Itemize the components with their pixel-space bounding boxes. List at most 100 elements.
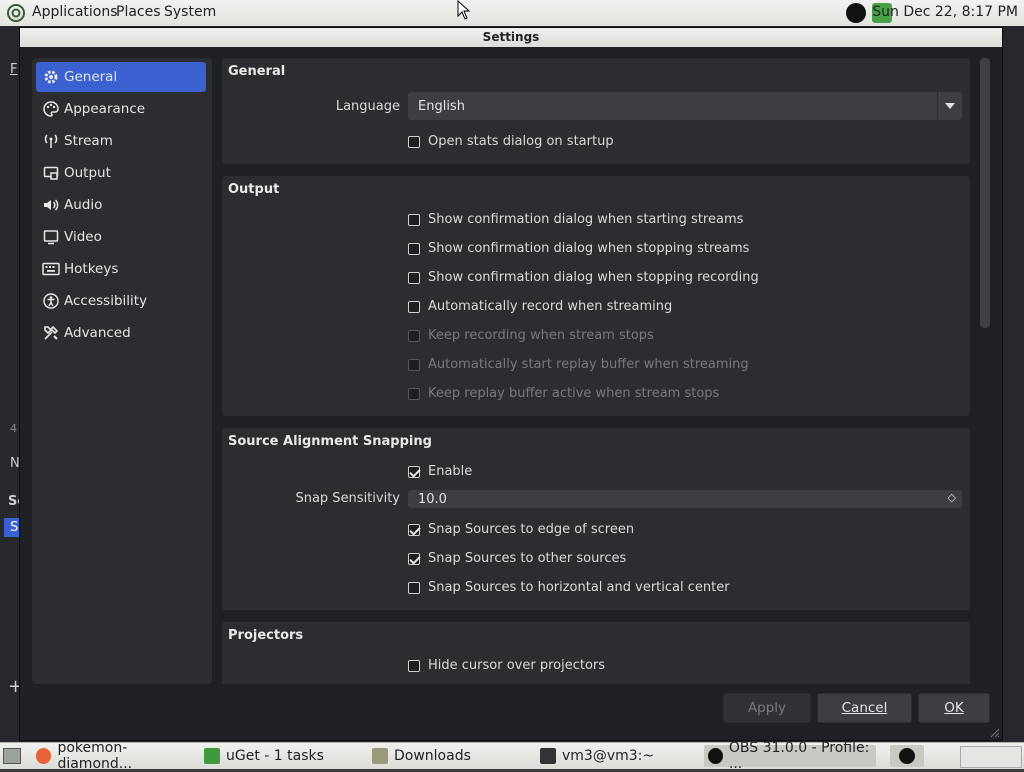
checkbox[interactable] [408,300,420,313]
cancel-button[interactable]: Cancel [817,693,912,723]
scrollbar-thumb[interactable] [980,58,990,328]
snap-sensitivity-label: Snap Sensitivity [295,491,400,506]
checkbox[interactable] [408,271,420,284]
group-title: Output [228,182,280,197]
confirm-stop-recording-checkbox[interactable]: Show confirmation dialog when stopping r… [408,270,759,285]
checkbox[interactable] [408,135,420,148]
checkbox-label: Snap Sources to horizontal and vertical … [428,580,730,595]
sidebar-item-audio[interactable]: Audio [36,190,206,220]
snap-edge-checkbox[interactable]: Snap Sources to edge of screen [408,522,634,537]
ok-button[interactable]: OK [918,693,990,723]
uget-icon [204,748,220,764]
checkbox-label: Automatically record when streaming [428,299,673,314]
auto-record-checkbox[interactable]: Automatically record when streaming [408,299,672,314]
accessibility-icon [38,293,64,309]
workspace-switcher[interactable] [960,746,1022,768]
dialog-titlebar[interactable]: Settings [20,28,1002,47]
snap-center-checkbox[interactable]: Snap Sources to horizontal and vertical … [408,580,730,595]
hide-cursor-checkbox[interactable]: Hide cursor over projectors [408,658,605,673]
task-uget[interactable]: uGet - 1 tasks [200,745,360,767]
checkbox-label: Hide cursor over projectors [428,658,606,673]
task-label: pokemon-diamond... [57,740,133,772]
checkbox[interactable] [408,242,420,255]
group-title: General [228,64,286,79]
obs-icon [899,748,915,764]
top-panel: Applications Places System Sun Dec 22, 8… [0,0,1024,27]
menu-system[interactable]: System [164,4,216,20]
speaker-icon [38,197,64,213]
sidebar-item-appearance[interactable]: Appearance [36,94,206,124]
mouse-cursor-icon [457,0,471,20]
bg-fragment: 4 [10,422,17,435]
clock[interactable]: Sun Dec 22, 8:17 PM [872,4,1018,20]
checkbox[interactable] [408,523,420,536]
open-stats-checkbox[interactable]: Open stats dialog on startup [408,134,614,149]
task-terminal[interactable]: vm3@vm3:~ [536,745,696,767]
firefox-icon [36,748,52,764]
snapping-group: Source Alignment Snapping Enable Snap Se… [222,428,970,610]
task-label: uGet - 1 tasks [226,748,324,764]
bg-fragment: F [10,62,18,77]
snap-sensitivity-value: 10.0 [418,491,447,507]
task-firefox[interactable]: pokemon-diamond... [32,740,197,772]
confirm-stop-stream-checkbox[interactable]: Show confirmation dialog when stopping s… [408,241,749,256]
task-downloads[interactable]: Downloads [368,745,528,767]
sidebar-item-accessibility[interactable]: Accessibility [36,286,206,316]
sidebar-item-stream[interactable]: Stream [36,126,206,156]
checkbox[interactable] [408,659,420,672]
task-label: OBS 31.0.0 - Profile: ... [728,740,870,772]
projectors-group: Projectors Hide cursor over projectors [222,622,970,684]
menu-places[interactable]: Places [116,4,161,20]
task-obs[interactable]: OBS 31.0.0 - Profile: ... [704,740,876,772]
checkbox[interactable] [408,465,420,478]
keyboard-icon [38,262,64,276]
sidebar-item-label: Video [64,229,102,245]
sidebar-item-hotkeys[interactable]: Hotkeys [36,254,206,284]
spin-arrows-icon[interactable]: ◇ [948,491,956,504]
checkbox [408,329,420,342]
keep-recording-checkbox: Keep recording when stream stops [408,328,654,343]
obs-tray-icon[interactable] [846,3,866,23]
snap-sensitivity-spinbox[interactable]: 10.0 ◇ [408,490,962,508]
checkbox[interactable] [408,552,420,565]
settings-dialog: Settings General Appearance Stream Outpu… [20,28,1002,740]
snap-enable-checkbox[interactable]: Enable [408,464,472,479]
tools-icon [38,325,64,341]
group-title: Projectors [228,628,304,643]
task-obs-dialog[interactable] [890,745,924,767]
monitor-icon [38,229,64,245]
checkbox-label: Show confirmation dialog when stopping s… [428,241,750,256]
checkbox-label: Snap Sources to other sources [428,551,627,566]
checkbox[interactable] [408,581,420,594]
apply-button[interactable]: Apply [723,693,811,723]
language-label: Language [335,99,400,114]
show-desktop-icon[interactable] [3,748,21,764]
terminal-icon [540,748,556,764]
content-scrollbar[interactable] [980,58,990,684]
settings-content: General Language English Open stats dial… [220,58,972,684]
sidebar-item-general[interactable]: General [36,62,206,92]
language-select[interactable]: English [408,92,962,120]
checkbox[interactable] [408,213,420,226]
confirm-start-checkbox[interactable]: Show confirmation dialog when starting s… [408,212,743,227]
sidebar-item-advanced[interactable]: Advanced [36,318,206,348]
cancel-label: Cancel [841,700,888,716]
chevron-down-icon[interactable] [937,92,962,120]
sidebar-item-video[interactable]: Video [36,222,206,252]
checkbox-label: Enable [428,464,473,479]
snap-other-checkbox[interactable]: Snap Sources to other sources [408,551,626,566]
distro-logo-icon[interactable] [6,4,26,22]
language-value: English [418,98,465,114]
menu-applications[interactable]: Applications [32,4,118,20]
checkbox-label: Snap Sources to edge of screen [428,522,635,537]
sidebar-item-label: Hotkeys [64,261,119,277]
general-group: General Language English Open stats dial… [222,58,970,164]
settings-sidebar: General Appearance Stream Output Audio V… [32,58,212,684]
folder-icon [372,748,388,764]
task-label: vm3@vm3:~ [562,748,655,764]
resize-grip-icon[interactable] [990,728,1000,738]
sidebar-item-output[interactable]: Output [36,158,206,188]
ok-label: OK [944,700,964,716]
sidebar-item-label: Audio [64,197,103,213]
checkbox-label: Show confirmation dialog when stopping r… [428,270,759,285]
